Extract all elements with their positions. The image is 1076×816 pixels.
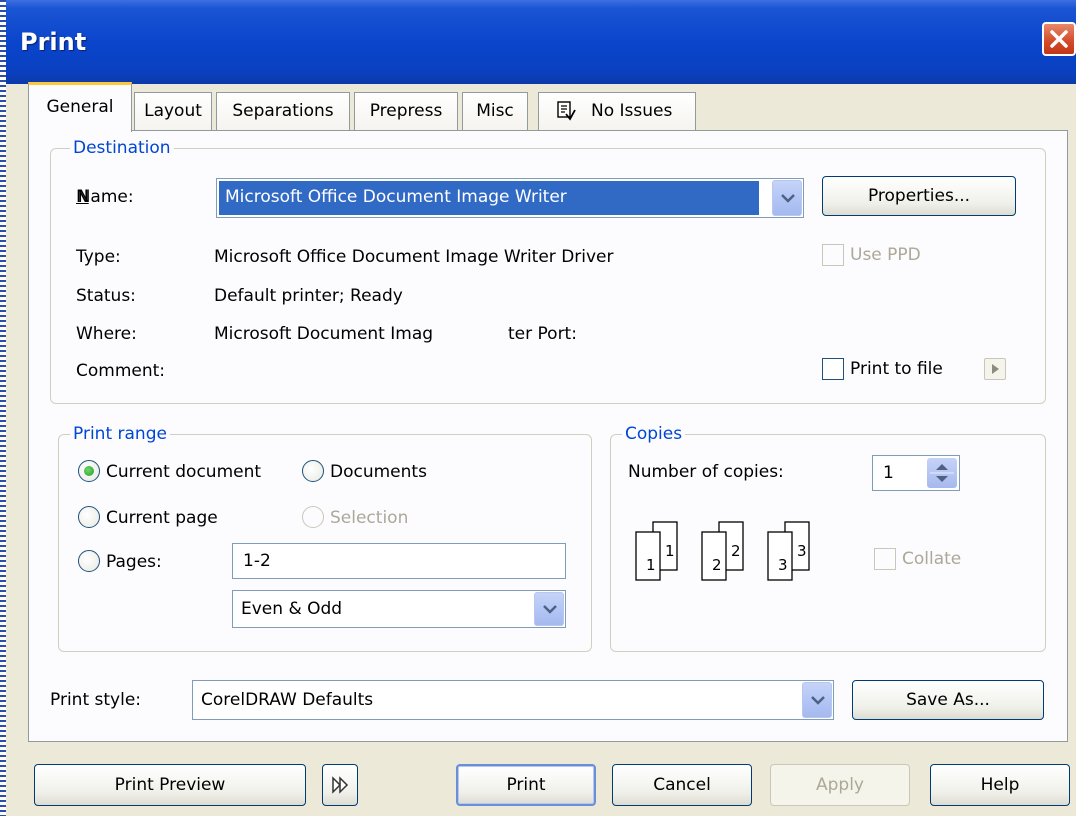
close-icon <box>1050 30 1068 48</box>
print-button[interactable]: Print <box>456 764 596 806</box>
help-button-label: Help <box>980 775 1020 795</box>
print-style-value: CorelDRAW Defaults <box>201 690 374 710</box>
printer-name-select[interactable]: Microsoft Office Document Image Writer <box>216 178 804 218</box>
page-set-select[interactable]: Even & Odd <box>232 590 566 628</box>
pages-radio[interactable] <box>78 550 100 572</box>
print-style-dropdown-button[interactable] <box>802 682 832 718</box>
collate-label: Collate <box>902 549 962 569</box>
collate-page-number: 3 <box>778 556 788 574</box>
print-style-select[interactable]: CorelDRAW Defaults <box>192 680 834 720</box>
cancel-button-label: Cancel <box>653 775 711 795</box>
tab-no-issues-label: No Issues <box>591 101 673 121</box>
documents-radio[interactable] <box>302 460 324 482</box>
page-set-value: Even & Odd <box>241 599 343 619</box>
selection-radio[interactable] <box>302 506 324 528</box>
print-style-label: Print style: <box>50 690 142 710</box>
tab-no-issues[interactable]: No Issues <box>538 92 696 132</box>
print-dialog: Print General Layout Separations Prepres… <box>6 0 1076 816</box>
help-button[interactable]: Help <box>930 764 1070 806</box>
collate-illustration: 1 1 2 2 3 3 <box>632 518 832 582</box>
tab-general[interactable]: General <box>28 82 132 132</box>
pages-label: Pages: <box>106 552 162 572</box>
print-to-file-options-button[interactable] <box>984 358 1006 380</box>
status-value: Default printer; Ready <box>214 286 403 306</box>
destination-group-label: Destination <box>70 138 174 158</box>
comment-label: Comment: <box>76 361 166 381</box>
apply-button[interactable]: Apply <box>770 764 910 806</box>
radio-selected-dot <box>84 466 94 476</box>
where-label: Where: <box>76 324 137 344</box>
tab-prepress[interactable]: Prepress <box>354 92 458 132</box>
double-chevron-right-icon <box>332 776 349 794</box>
dialog-title: Print <box>20 28 87 56</box>
copies-spinner[interactable]: 1 <box>872 455 960 491</box>
type-value: Microsoft Office Document Image Writer D… <box>214 247 614 267</box>
copies-spin-buttons[interactable] <box>927 458 957 488</box>
collate-page-number: 2 <box>712 556 722 574</box>
printer-dropdown-button[interactable] <box>772 180 802 216</box>
collate-page-number: 3 <box>797 542 807 560</box>
print-to-file-checkbox[interactable] <box>822 358 844 380</box>
documents-label: Documents <box>330 462 427 482</box>
where-value-tail: ter Port: <box>508 324 577 344</box>
properties-button[interactable]: Properties... <box>822 176 1016 216</box>
collate-checkbox[interactable] <box>874 548 896 570</box>
printer-name-value: Microsoft Office Document Image Writer <box>225 187 567 207</box>
save-as-button[interactable]: Save As... <box>852 680 1044 720</box>
copies-value: 1 <box>883 463 894 483</box>
quick-preview-button[interactable] <box>322 764 358 806</box>
properties-button-label: Properties... <box>867 186 971 206</box>
play-icon <box>992 364 999 374</box>
current-page-radio[interactable] <box>78 506 100 528</box>
pages-input-value: 1-2 <box>243 551 271 571</box>
collate-page-number: 2 <box>731 542 741 560</box>
collate-page-number: 1 <box>646 556 656 574</box>
tab-prepress-label: Prepress <box>369 101 443 121</box>
page-set-dropdown-button[interactable] <box>534 592 564 626</box>
print-button-label: Print <box>506 775 546 795</box>
close-button[interactable] <box>1042 22 1076 56</box>
print-preview-button[interactable]: Print Preview <box>34 764 306 806</box>
current-document-label: Current document <box>106 462 262 482</box>
status-label: Status: <box>76 286 136 306</box>
where-value: Microsoft Document Imag <box>214 324 434 344</box>
use-ppd-checkbox[interactable] <box>822 244 844 266</box>
name-label: NName: <box>76 187 134 207</box>
cancel-button[interactable]: Cancel <box>612 764 752 806</box>
title-bar[interactable]: Print <box>6 0 1076 84</box>
tab-misc-label: Misc <box>476 101 514 121</box>
tab-separations[interactable]: Separations <box>216 92 350 132</box>
use-ppd-label: Use PPD <box>850 245 921 265</box>
chevron-down-icon <box>781 194 795 203</box>
tab-separations-label: Separations <box>232 101 334 121</box>
print-preview-button-label: Print Preview <box>114 775 226 795</box>
number-of-copies-label: Number of copies: <box>628 462 784 482</box>
save-as-button-label: Save As... <box>906 690 990 710</box>
chevron-down-icon <box>543 605 557 614</box>
issues-icon <box>557 101 576 121</box>
tab-layout-label: Layout <box>144 101 202 121</box>
pages-input[interactable]: 1-2 <box>232 543 566 579</box>
tab-layout[interactable]: Layout <box>134 92 212 132</box>
current-page-label: Current page <box>106 508 218 528</box>
collate-page-number: 1 <box>665 542 675 560</box>
type-label: Type: <box>76 247 121 267</box>
current-document-radio[interactable] <box>78 460 100 482</box>
selection-label: Selection <box>330 508 409 528</box>
print-to-file-label: Print to file <box>850 359 943 379</box>
spin-arrows-icon <box>930 464 954 482</box>
apply-button-label: Apply <box>816 775 864 795</box>
print-range-group-label: Print range <box>70 424 170 444</box>
name-label-text: Name: <box>77 187 134 207</box>
tab-misc[interactable]: Misc <box>462 92 528 132</box>
chevron-down-icon <box>811 696 825 705</box>
tab-general-label: General <box>46 97 114 117</box>
copies-group-label: Copies <box>622 424 686 444</box>
